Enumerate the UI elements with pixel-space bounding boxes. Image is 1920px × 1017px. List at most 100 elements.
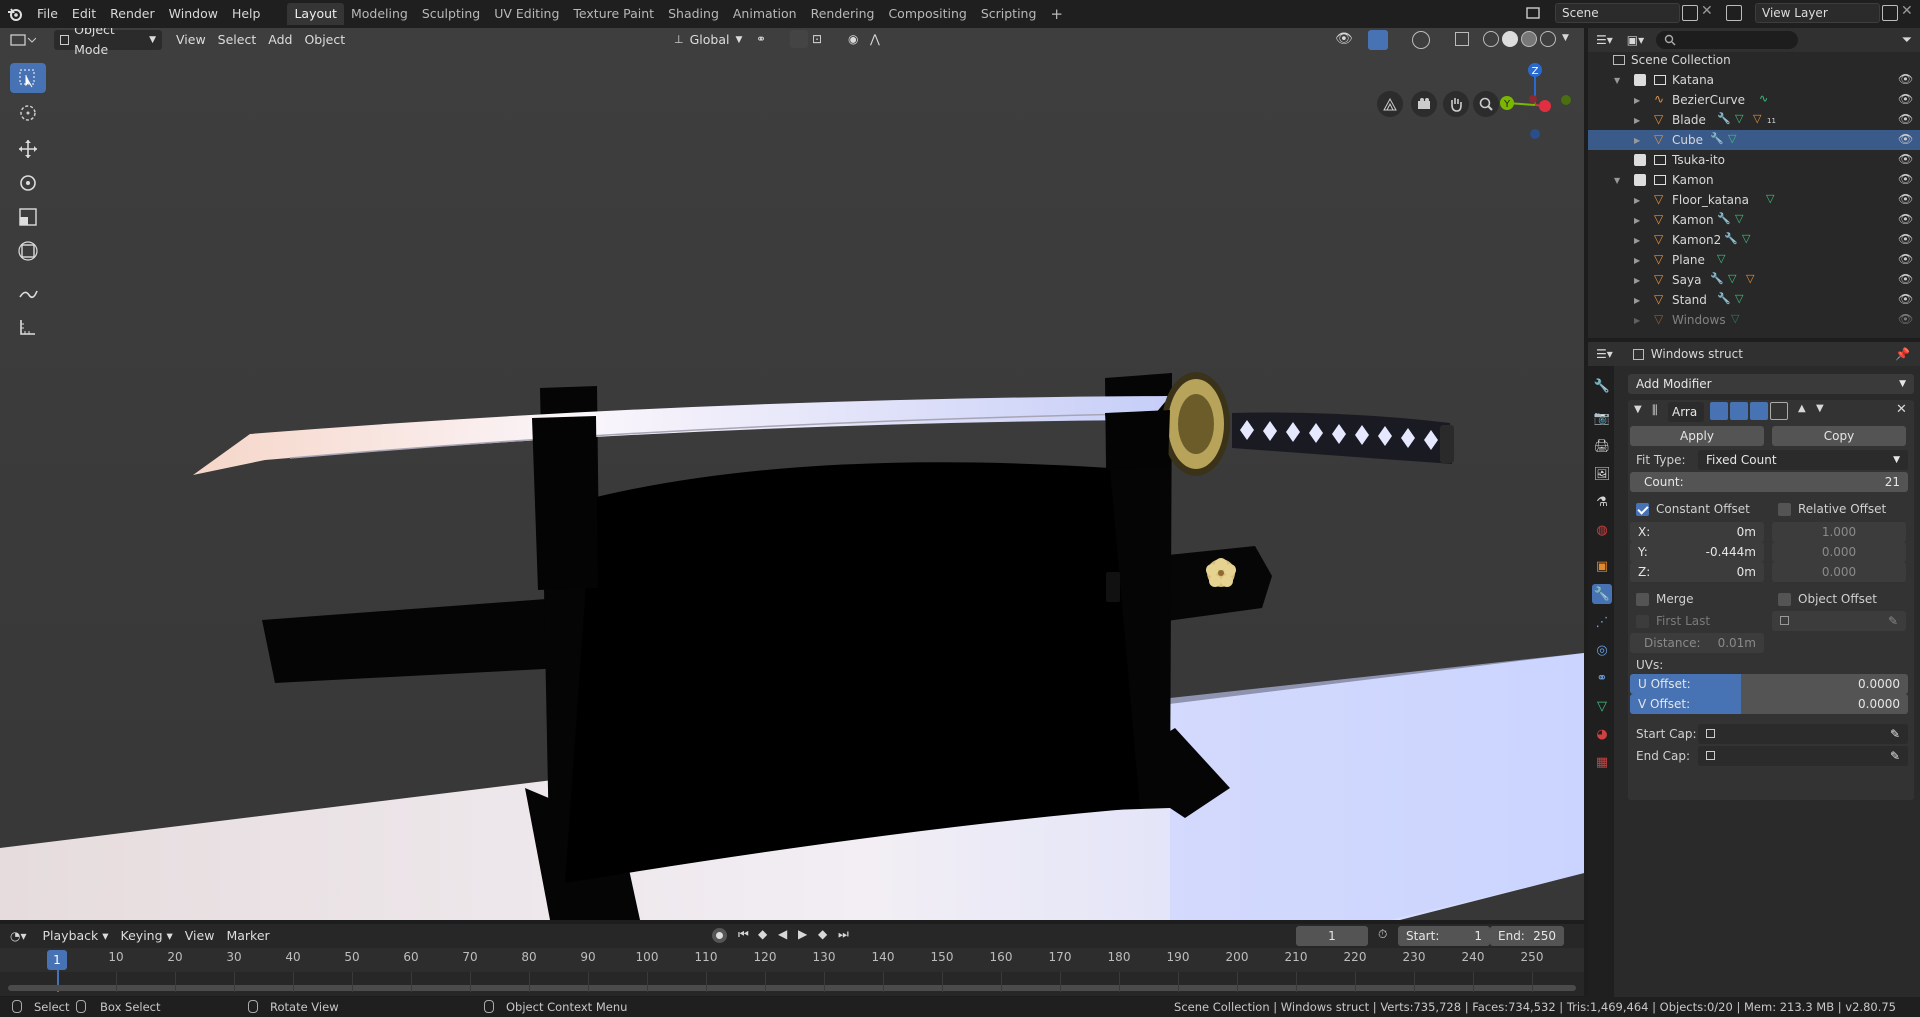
move-tool[interactable] — [10, 134, 46, 164]
gizmo-toggle-icon[interactable] — [1368, 30, 1388, 50]
outliner-row-tsuka-ito[interactable]: Tsuka-ito 👁 — [1588, 150, 1920, 170]
visibility-eye-icon[interactable]: 👁 — [1898, 92, 1913, 106]
relative-offset-y-field[interactable]: 0.000 — [1772, 542, 1906, 562]
delete-scene-icon[interactable]: ✕ — [1701, 3, 1713, 19]
visibility-eye-icon[interactable]: 👁 — [1898, 252, 1913, 266]
tool-settings-tab-icon[interactable]: 🔧 — [1592, 376, 1612, 396]
expand-closed-icon[interactable]: ▶ — [1634, 276, 1640, 285]
render-tab-icon[interactable]: 📷 — [1592, 408, 1612, 428]
menu-help[interactable]: Help — [225, 3, 268, 25]
mesh-data-icon[interactable]: ▽ — [1717, 252, 1725, 265]
visibility-eye-icon[interactable]: 👁 — [1898, 172, 1913, 186]
u-offset-field[interactable]: U Offset: 0.0000 — [1630, 674, 1908, 694]
record-icon[interactable] — [712, 928, 727, 943]
collection-exclude-checkbox[interactable] — [1634, 74, 1646, 86]
tab-rendering[interactable]: Rendering — [804, 3, 882, 25]
current-frame-field[interactable]: 1 — [1296, 926, 1368, 946]
playback-menu[interactable]: Playback ▾ — [37, 926, 115, 946]
tab-animation[interactable]: Animation — [726, 3, 804, 25]
timeline-view-menu[interactable]: View — [179, 926, 221, 946]
snap-icon[interactable] — [790, 30, 808, 48]
expand-closed-icon[interactable]: ▶ — [1634, 196, 1640, 205]
constraints-tab-icon[interactable]: ⚭ — [1592, 668, 1612, 688]
world-tab-icon[interactable]: ◍ — [1592, 520, 1612, 540]
outliner-search-input[interactable] — [1656, 31, 1799, 49]
blender-logo-icon[interactable] — [0, 3, 30, 25]
delete-view-layer-icon[interactable]: ✕ — [1901, 3, 1913, 19]
jump-start-icon[interactable]: ⏮ — [738, 927, 749, 942]
stopwatch-icon[interactable]: ⏱ — [1378, 927, 1387, 942]
remove-modifier-icon[interactable]: ✕ — [1896, 402, 1907, 417]
snap-target-icon[interactable]: ⊡ — [812, 32, 822, 46]
current-frame-marker[interactable]: 1 — [47, 950, 67, 970]
outliner-scene-collection[interactable]: Scene Collection — [1588, 50, 1920, 70]
mesh-data-icon[interactable]: ▽ — [1735, 112, 1743, 125]
v-offset-field[interactable]: V Offset: 0.0000 — [1630, 694, 1908, 714]
outliner-row-kamon[interactable]: ▶ ▽ Kamon 🔧 ▽ 👁 — [1588, 210, 1920, 230]
pivot-point-icon[interactable]: ⚭ — [756, 32, 766, 46]
count-field[interactable]: Count: 21 — [1630, 472, 1908, 492]
toggle-camera-view-icon[interactable] — [1377, 91, 1403, 117]
outliner-row-saya[interactable]: ▶ ▽ Saya 🔧 ▽ ▽ 👁 — [1588, 270, 1920, 290]
visibility-eye-icon[interactable]: 👁 — [1898, 212, 1913, 226]
modifier-name-field[interactable]: Arra — [1668, 402, 1704, 422]
properties-editor-type-icon[interactable]: ☰▾ — [1596, 347, 1613, 361]
visibility-eye-icon[interactable]: 👁 — [1898, 192, 1913, 206]
outliner-row-beziercurve[interactable]: ▶ ∿ BezierCurve ∿ 👁 — [1588, 90, 1920, 110]
move-up-icon[interactable]: ▲ — [1798, 403, 1806, 414]
material-tab-icon[interactable]: ◕ — [1592, 724, 1612, 744]
physics-tab-icon[interactable]: ◎ — [1592, 640, 1612, 660]
constant-offset-checkbox[interactable] — [1636, 503, 1649, 516]
outliner-row-windows[interactable]: ▶ ▽ Windows ▽ 👁 — [1588, 310, 1920, 330]
viewport-toggle-icon[interactable] — [1750, 402, 1768, 420]
object-mode-dropdown[interactable]: Object Mode ▼ — [54, 28, 162, 57]
menu-select[interactable]: Select — [212, 30, 263, 50]
visibility-eye-icon[interactable]: 👁 — [1898, 72, 1913, 86]
outliner-row-cube[interactable]: ▶ ▽ Cube 🔧 ▽ 👁 — [1588, 130, 1920, 150]
view-layer-tab-icon[interactable]: 🖼 — [1592, 464, 1612, 484]
modifier-wrench-icon[interactable]: 🔧 — [1717, 112, 1731, 125]
rendered-shading-icon[interactable] — [1540, 31, 1556, 47]
timeline-editor-type-icon[interactable]: ◔▾ — [10, 929, 27, 943]
next-keyframe-icon[interactable]: ◆ — [818, 927, 827, 941]
wireframe-shading-icon[interactable] — [1483, 31, 1499, 47]
visibility-eye-icon[interactable]: 👁 — [1898, 312, 1913, 326]
prev-keyframe-icon[interactable]: ◆ — [758, 927, 767, 941]
scene-icon[interactable] — [1524, 3, 1542, 23]
eyedropper-icon[interactable]: ✎ — [1890, 746, 1900, 766]
visibility-selectability-icon[interactable]: 👁 — [1335, 31, 1353, 47]
output-tab-icon[interactable]: 🖨 — [1592, 436, 1612, 456]
menu-object[interactable]: Object — [298, 30, 351, 50]
material-cone-icon[interactable]: ▽ — [1753, 112, 1761, 125]
material-shading-icon[interactable] — [1521, 31, 1537, 47]
expand-closed-icon[interactable]: ▶ — [1634, 96, 1640, 105]
outliner-row-blade[interactable]: ▶ ▽ Blade 🔧 ▽ ▽ 11 👁 — [1588, 110, 1920, 130]
object-data-tab-icon[interactable]: ▽ — [1592, 696, 1612, 716]
menu-add[interactable]: Add — [262, 30, 298, 50]
display-mode-icon[interactable]: ▣▾ — [1627, 33, 1644, 47]
mesh-data-icon[interactable]: ▽ — [1735, 292, 1743, 305]
menu-file[interactable]: File — [30, 3, 65, 25]
object-tab-icon[interactable]: ▣ — [1592, 556, 1612, 576]
modifier-tab-icon[interactable]: 🔧 — [1592, 584, 1612, 604]
collection-exclude-checkbox[interactable] — [1634, 154, 1646, 166]
expand-closed-icon[interactable]: ▶ — [1634, 136, 1640, 145]
pan-hand-icon[interactable] — [1443, 91, 1469, 117]
menu-window[interactable]: Window — [162, 3, 225, 25]
menu-render[interactable]: Render — [103, 3, 162, 25]
play-icon[interactable]: ▶ — [798, 927, 807, 941]
mesh-data-icon[interactable]: ▽ — [1728, 132, 1736, 145]
tab-layout[interactable]: Layout — [287, 3, 344, 25]
view-layer-field[interactable]: View Layer — [1755, 3, 1880, 23]
visibility-eye-icon[interactable]: 👁 — [1898, 292, 1913, 306]
measure-tool[interactable] — [10, 312, 46, 342]
outliner-row-katana[interactable]: ▼ Katana 👁 — [1588, 70, 1920, 90]
falloff-icon[interactable]: ⋀ — [870, 32, 880, 46]
expand-closed-icon[interactable]: ▶ — [1634, 316, 1640, 325]
keying-menu[interactable]: Keying ▾ — [115, 926, 179, 946]
tab-compositing[interactable]: Compositing — [881, 3, 973, 25]
relative-offset-checkbox[interactable] — [1778, 503, 1791, 516]
add-modifier-dropdown[interactable]: Add Modifier ▼ — [1628, 374, 1914, 394]
pin-icon[interactable]: 📌 — [1895, 347, 1910, 361]
menu-view[interactable]: View — [170, 30, 212, 50]
